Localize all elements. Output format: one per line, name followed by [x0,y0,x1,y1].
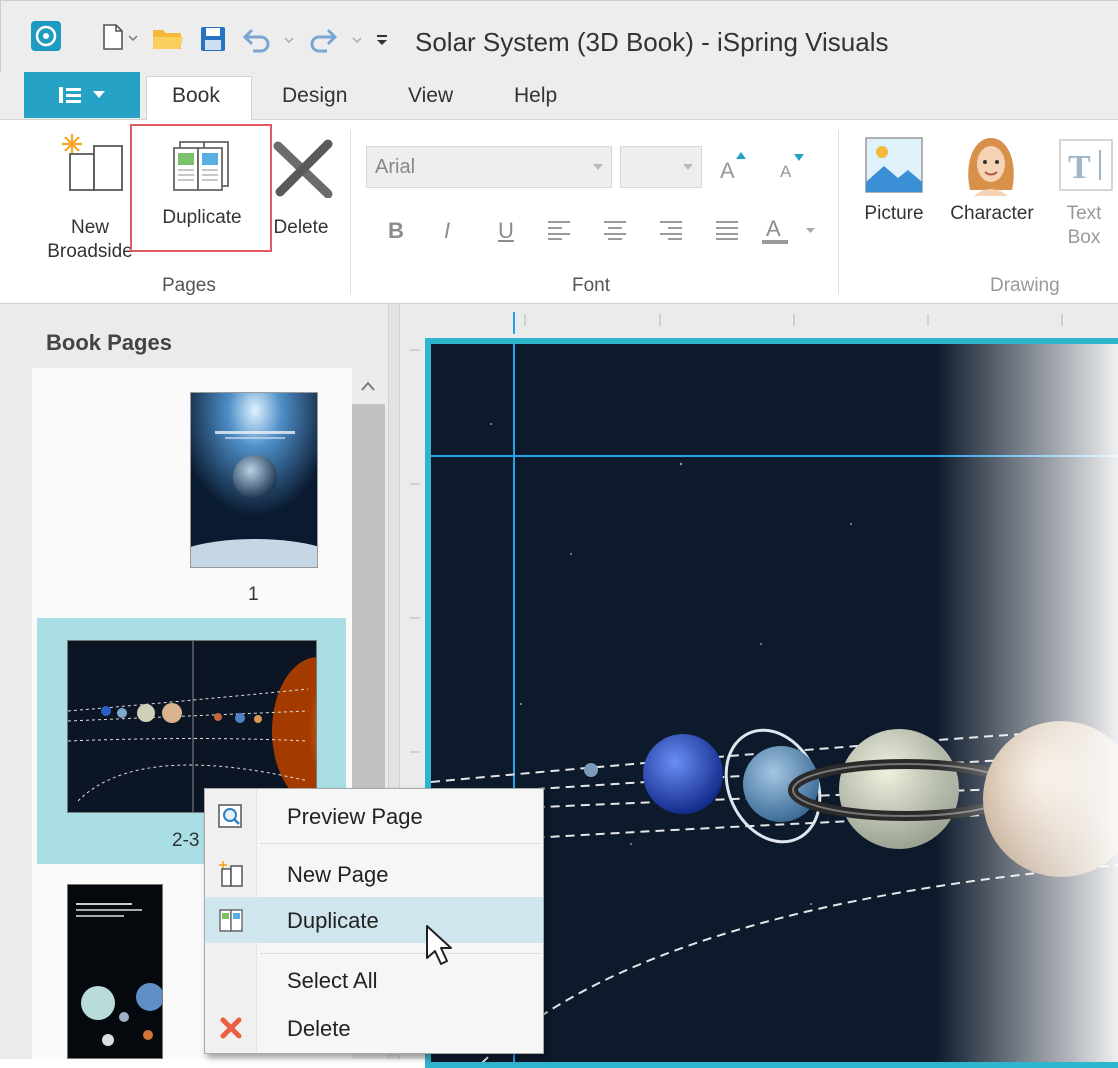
duplicate-label: Duplicate [162,207,242,228]
context-menu-label: New Page [287,862,389,887]
new-broadside-label-line1: New [70,217,109,238]
font-size-combobox[interactable] [620,146,702,188]
font-name-combobox[interactable]: Arial [366,146,612,188]
context-menu-label: Select All [287,968,378,993]
undo-icon[interactable] [241,25,297,58]
picture-label: Picture [864,203,924,224]
text-box-icon: T [1059,139,1113,191]
mouse-cursor-icon [426,925,452,965]
redo-icon[interactable] [307,25,367,58]
justify-icon[interactable] [716,220,738,240]
menu-separator [261,843,541,844]
duplicate-button[interactable]: Duplicate [130,124,272,252]
context-menu-item-duplicate[interactable]: Duplicate [205,897,543,943]
grow-font-button[interactable]: A [718,150,748,186]
align-right-icon[interactable] [660,220,682,240]
page-label: 2-3 [172,830,200,851]
horizontal-ruler [400,304,1118,334]
scrollbar-thumb[interactable] [352,404,385,834]
chevron-down-icon [683,164,693,170]
group-separator [838,130,839,294]
group-separator [350,130,351,294]
delete-x-icon [220,1017,242,1039]
context-menu-item-new-page[interactable]: New Page [205,851,543,897]
drawing-group-label: Drawing [990,275,1060,296]
preview-page-icon [218,804,242,828]
font-name-value: Arial [375,156,416,178]
new-broadside-button[interactable]: New Broadside [40,132,140,282]
ruler-ticks [513,312,1063,334]
tab-help[interactable]: Help [514,84,557,108]
context-menu-label: Delete [287,1016,351,1041]
new-page-icon [219,861,243,887]
pages-group-label: Pages [162,275,216,296]
shrink-font-label: A [780,162,792,181]
app-logo-icon[interactable] [31,21,61,51]
shrink-font-button[interactable]: A [778,150,808,186]
tab-book-label[interactable]: Book [172,84,220,108]
text-box-button[interactable]: T Text Box [1050,136,1118,266]
context-menu-item-preview-page[interactable]: Preview Page [205,793,543,839]
context-menu: Preview Page New Page Duplicate Select A… [204,788,544,1054]
font-color-swatch [762,240,788,244]
bold-button[interactable]: B [388,218,404,244]
menu-list-icon [59,87,81,103]
character-label: Character [950,203,1034,224]
delete-label: Delete [273,217,329,238]
delete-button[interactable]: Delete [266,132,340,252]
arrow-up-icon [736,152,746,159]
chevron-down-icon [593,164,603,170]
book-pages-title: Book Pages [46,330,172,355]
picture-button[interactable]: Picture [856,136,932,256]
character-icon [968,138,1014,196]
planets-page-image [68,885,162,1058]
app-menu-button[interactable] [24,72,140,118]
ribbon: New Broadside Duplicate Delete Pages Ari… [0,120,1118,304]
new-broadside-icon [62,134,123,191]
arrow-down-icon [794,154,804,161]
font-color-button[interactable]: A [760,212,824,252]
underline-button[interactable]: U [498,218,514,244]
tab-design[interactable]: Design [282,84,347,108]
context-menu-label: Duplicate [287,908,379,933]
context-menu-label: Preview Page [287,804,423,829]
open-folder-icon[interactable] [151,25,185,56]
duplicate-icon [219,909,243,932]
ribbon-tab-row: Book Design View Help [0,72,1118,121]
font-group-label: Font [572,275,611,296]
scroll-up-icon[interactable] [360,380,376,392]
font-color-label: A [766,216,781,241]
svg-text:T: T [1068,149,1091,186]
text-box-label-line1: Text [1066,203,1102,224]
cover-page-image [191,393,317,567]
page-label: 1 [248,584,259,605]
context-menu-item-select-all[interactable]: Select All [205,957,543,1003]
italic-button[interactable]: I [444,218,450,244]
title-bar: Solar System (3D Book) - iSpring Visuals [0,0,1118,72]
context-menu-item-delete[interactable]: Delete [205,1005,543,1051]
chevron-down-icon [93,91,105,98]
save-icon[interactable] [199,25,227,58]
menu-separator [261,953,541,954]
page-thumbnail-4[interactable] [67,884,163,1059]
tab-view[interactable]: View [408,84,453,108]
text-box-label-line2: Box [1067,227,1101,248]
window-title: Solar System (3D Book) - iSpring Visuals [415,27,889,57]
customize-quick-access-icon[interactable] [375,33,389,52]
page-thumbnail-1[interactable] [190,392,318,568]
character-button[interactable]: Character [940,132,1044,252]
new-broadside-label-line2: Broadside [47,241,133,262]
align-left-icon[interactable] [548,220,570,240]
delete-x-icon [273,139,333,198]
picture-icon [865,137,923,193]
new-file-icon[interactable] [101,23,139,56]
chevron-down-icon [806,228,815,233]
duplicate-icon [173,141,229,191]
align-center-icon[interactable] [604,220,626,240]
grow-font-label: A [720,158,735,183]
